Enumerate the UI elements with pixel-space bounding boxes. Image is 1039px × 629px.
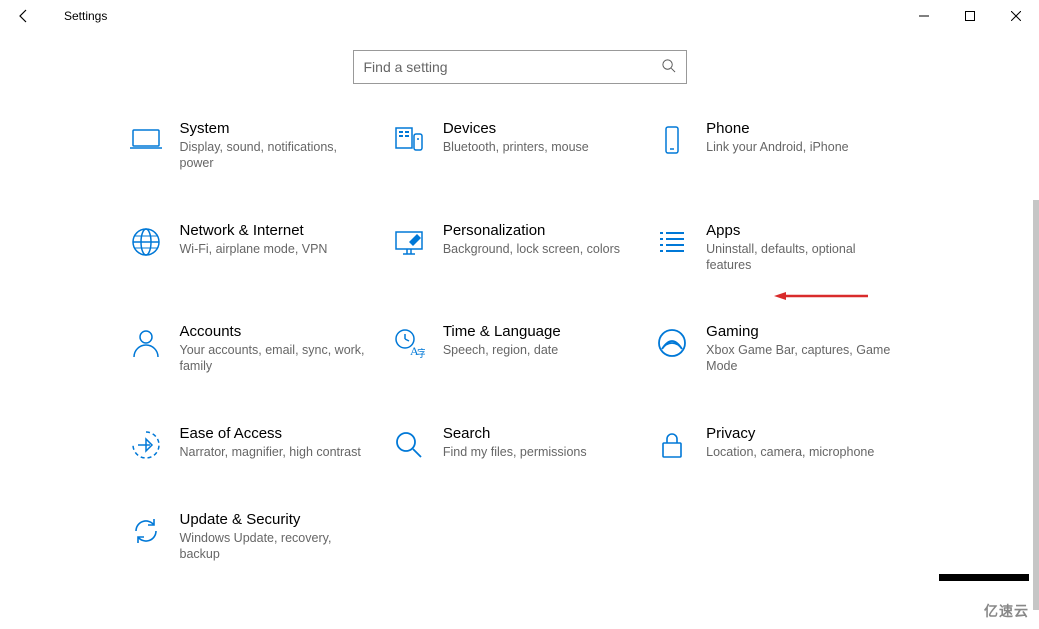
tile-phone[interactable]: Phone Link your Android, iPhone	[656, 120, 896, 172]
search-container	[0, 32, 1039, 120]
update-icon	[130, 515, 162, 547]
svg-text:字: 字	[417, 347, 425, 359]
tile-desc: Link your Android, iPhone	[706, 139, 896, 155]
tile-network[interactable]: Network & Internet Wi-Fi, airplane mode,…	[130, 222, 370, 274]
tile-title: Time & Language	[443, 323, 633, 340]
time-language-icon: A字	[393, 327, 425, 359]
tile-desc: Wi-Fi, airplane mode, VPN	[180, 241, 370, 257]
tile-search[interactable]: Search Find my files, permissions	[393, 425, 633, 461]
tile-desc: Your accounts, email, sync, work, family	[180, 342, 370, 375]
tile-system[interactable]: System Display, sound, notifications, po…	[130, 120, 370, 172]
vertical-scrollbar[interactable]	[1033, 200, 1039, 610]
search-icon	[661, 58, 676, 76]
personalization-icon	[393, 226, 425, 258]
globe-icon	[130, 226, 162, 258]
accounts-icon	[130, 327, 162, 359]
back-button[interactable]	[0, 0, 48, 32]
tile-title: Devices	[443, 120, 633, 137]
system-icon	[130, 124, 162, 156]
tile-update-security[interactable]: Update & Security Windows Update, recove…	[130, 511, 370, 563]
tile-desc: Speech, region, date	[443, 342, 633, 358]
tile-title: Search	[443, 425, 633, 442]
tile-title: Phone	[706, 120, 896, 137]
gaming-icon	[656, 327, 688, 359]
tile-title: Apps	[706, 222, 896, 239]
tile-title: System	[180, 120, 370, 137]
titlebar: Settings	[0, 0, 1039, 32]
search-input[interactable]	[364, 59, 661, 75]
tile-devices[interactable]: Devices Bluetooth, printers, mouse	[393, 120, 633, 172]
tile-title: Update & Security	[180, 511, 370, 528]
apps-icon	[656, 226, 688, 258]
tile-desc: Bluetooth, printers, mouse	[443, 139, 633, 155]
tile-desc: Uninstall, defaults, optional features	[706, 241, 896, 274]
tile-personalization[interactable]: Personalization Background, lock screen,…	[393, 222, 633, 274]
tile-privacy[interactable]: Privacy Location, camera, microphone	[656, 425, 896, 461]
watermark-bar	[939, 574, 1029, 581]
minimize-button[interactable]	[901, 0, 947, 32]
search-category-icon	[393, 429, 425, 461]
tile-time-language[interactable]: A字 Time & Language Speech, region, date	[393, 323, 633, 375]
privacy-icon	[656, 429, 688, 461]
tile-title: Personalization	[443, 222, 633, 239]
search-box[interactable]	[353, 50, 687, 84]
tile-desc: Background, lock screen, colors	[443, 241, 633, 257]
tile-desc: Narrator, magnifier, high contrast	[180, 444, 370, 460]
window-title: Settings	[48, 9, 107, 23]
tile-apps[interactable]: Apps Uninstall, defaults, optional featu…	[656, 222, 896, 274]
tile-title: Ease of Access	[180, 425, 370, 442]
maximize-button[interactable]	[947, 0, 993, 32]
watermark-text: 亿速云	[984, 601, 1029, 621]
tile-accounts[interactable]: Accounts Your accounts, email, sync, wor…	[130, 323, 370, 375]
close-button[interactable]	[993, 0, 1039, 32]
tile-gaming[interactable]: Gaming Xbox Game Bar, captures, Game Mod…	[656, 323, 896, 375]
tile-desc: Xbox Game Bar, captures, Game Mode	[706, 342, 896, 375]
content-area: System Display, sound, notifications, po…	[0, 32, 1039, 629]
tile-title: Network & Internet	[180, 222, 370, 239]
tile-title: Gaming	[706, 323, 896, 340]
tile-title: Privacy	[706, 425, 896, 442]
settings-grid: System Display, sound, notifications, po…	[130, 120, 910, 592]
tile-desc: Display, sound, notifications, power	[180, 139, 370, 172]
tile-desc: Windows Update, recovery, backup	[180, 530, 370, 563]
phone-icon	[656, 124, 688, 156]
tile-ease-of-access[interactable]: Ease of Access Narrator, magnifier, high…	[130, 425, 370, 461]
tile-title: Accounts	[180, 323, 370, 340]
devices-icon	[393, 124, 425, 156]
tile-desc: Location, camera, microphone	[706, 444, 896, 460]
ease-of-access-icon	[130, 429, 162, 461]
tile-desc: Find my files, permissions	[443, 444, 633, 460]
window-controls	[901, 0, 1039, 32]
